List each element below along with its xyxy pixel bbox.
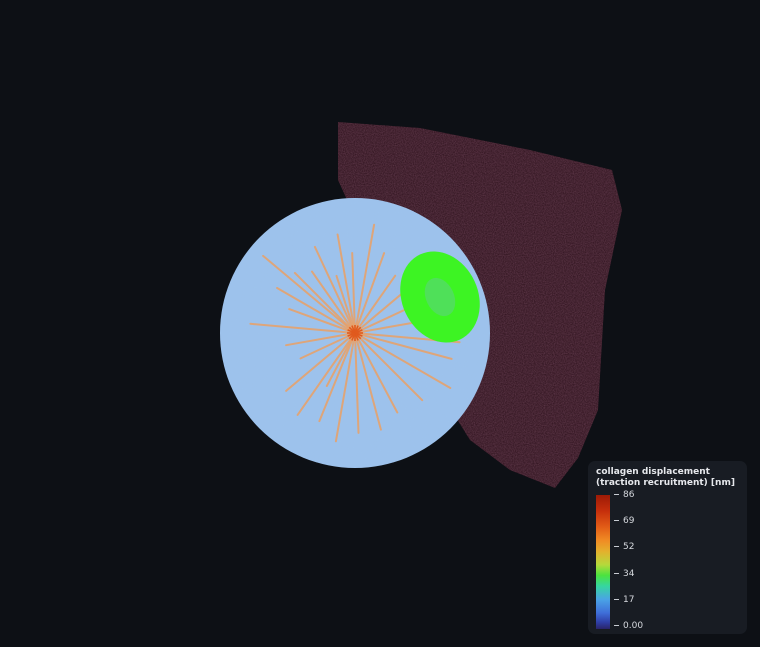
legend-tick: 0.00 <box>614 620 643 632</box>
legend-tick: 52 <box>614 541 634 553</box>
tick-dash <box>614 494 619 495</box>
legend-tick: 86 <box>614 489 634 501</box>
tick-label: 34 <box>623 569 635 579</box>
tick-label: 86 <box>623 490 635 500</box>
tick-dash <box>614 546 619 547</box>
tick-label: 52 <box>623 542 635 552</box>
tick-label: 17 <box>623 595 635 605</box>
tick-dash <box>614 520 619 521</box>
colorbar <box>596 495 610 629</box>
legend-tick: 17 <box>614 594 634 606</box>
tick-dash <box>614 599 619 600</box>
tick-dash <box>614 573 619 574</box>
colorbar-legend: collagen displacement (traction recruitm… <box>588 461 747 634</box>
center-marker <box>347 325 363 341</box>
legend-title: collagen displacement (traction recruitm… <box>596 467 735 488</box>
legend-tick: 69 <box>614 515 634 527</box>
legend-body: 86 69 52 34 17 0.00 <box>596 490 739 632</box>
legend-tick: 34 <box>614 568 634 580</box>
3d-viewport[interactable]: collagen displacement (traction recruitm… <box>0 0 760 647</box>
tick-dash <box>614 625 619 626</box>
tick-label: 69 <box>623 516 635 526</box>
tick-label: 0.00 <box>623 621 644 631</box>
